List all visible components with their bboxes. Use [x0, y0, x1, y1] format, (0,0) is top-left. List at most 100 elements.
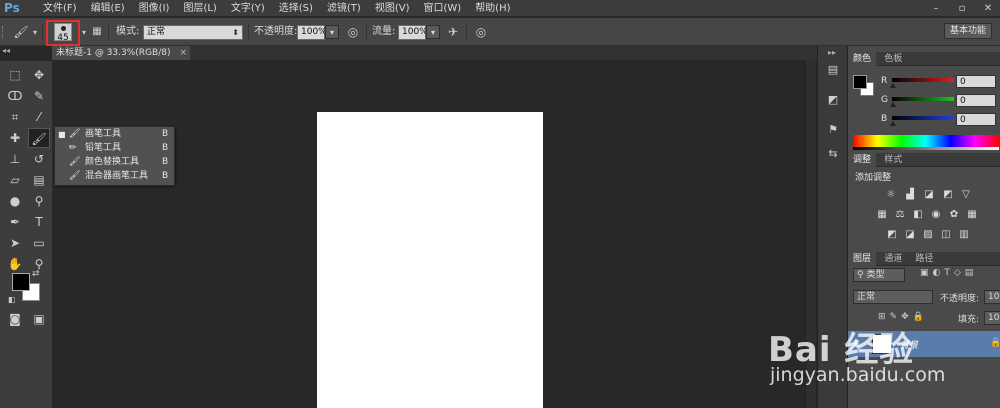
brightness-contrast-icon[interactable]: ☼: [884, 188, 898, 202]
pressure-opacity-icon[interactable]: ◎: [344, 23, 362, 41]
posterize-icon[interactable]: ◪: [903, 228, 917, 242]
channel-mixer-icon[interactable]: ✿: [947, 208, 961, 222]
minimize-button[interactable]: –: [928, 3, 944, 15]
vibrance-icon[interactable]: ▽: [959, 188, 973, 202]
menu-filter[interactable]: 滤镜(T): [320, 2, 368, 16]
grayscale-bar[interactable]: [853, 147, 999, 150]
menu-help[interactable]: 帮助(H): [468, 2, 517, 16]
tab-color[interactable]: 颜色: [848, 52, 877, 66]
tab-paths[interactable]: 路径: [910, 252, 938, 266]
toolbar-collapse-icon[interactable]: ◂◂: [2, 46, 16, 58]
restore-button[interactable]: ▫: [954, 3, 970, 15]
menu-view[interactable]: 视图(V): [368, 2, 417, 16]
blur-tool-icon[interactable]: ●: [4, 191, 26, 211]
brush-panel-toggle-icon[interactable]: ▦: [88, 23, 106, 41]
dock-expand-icon[interactable]: ▸▸: [828, 48, 836, 57]
history-panel-icon[interactable]: ▤: [823, 60, 843, 80]
levels-icon[interactable]: ▟: [903, 188, 917, 202]
fill-input[interactable]: 100: [984, 311, 1000, 325]
flyout-item-brush[interactable]: ■ 🖌 画笔工具 B: [55, 128, 174, 141]
channel-b-slider[interactable]: [892, 116, 954, 120]
threshold-icon[interactable]: ▨: [921, 228, 935, 242]
properties-panel-icon[interactable]: ◩: [823, 90, 843, 110]
document-tab[interactable]: 未标题-1 @ 33.3%(RGB/8) ×: [52, 46, 190, 60]
brush-panel-icon[interactable]: ⚑: [823, 120, 843, 140]
layer-opacity-input[interactable]: 100: [984, 290, 1000, 304]
path-selection-tool-icon[interactable]: ➤: [4, 233, 26, 253]
flyout-item-mixer-brush[interactable]: 🖌 混合器画笔工具 B: [55, 170, 174, 183]
blend-mode-dropdown[interactable]: 正常: [853, 290, 933, 304]
hue-saturation-icon[interactable]: ▦: [875, 208, 889, 222]
mode-dropdown[interactable]: 正常 ⬍: [143, 25, 243, 40]
lock-icons[interactable]: ⊞✎✥🔒: [878, 312, 928, 322]
tab-swatches[interactable]: 色板: [879, 52, 907, 66]
tab-layers[interactable]: 图层: [848, 252, 877, 266]
channel-r-slider[interactable]: [892, 78, 954, 82]
menu-type[interactable]: 文字(Y): [224, 2, 272, 16]
color-balance-icon[interactable]: ⚖: [893, 208, 907, 222]
pen-tool-icon[interactable]: ✒: [4, 212, 26, 232]
default-colors-icon[interactable]: ◧: [8, 295, 16, 304]
menu-image[interactable]: 图像(I): [132, 2, 177, 16]
eyedropper-tool-icon[interactable]: ⁄: [28, 107, 50, 127]
foreground-color-swatch[interactable]: [12, 273, 30, 291]
channel-b-value[interactable]: 0: [956, 113, 996, 126]
menu-file[interactable]: 文件(F): [36, 2, 84, 16]
invert-icon[interactable]: ◩: [885, 228, 899, 242]
opacity-arrow-icon[interactable]: ▾: [325, 25, 339, 39]
slider-handle-icon[interactable]: [890, 121, 896, 126]
color-spectrum-bar[interactable]: [853, 135, 999, 147]
panel-foreground-swatch[interactable]: [853, 75, 867, 89]
document-canvas[interactable]: [317, 112, 543, 408]
exposure-icon[interactable]: ◩: [941, 188, 955, 202]
eraser-tool-icon[interactable]: ▱: [4, 170, 26, 190]
channel-g-value[interactable]: 0: [956, 94, 996, 107]
quick-mask-icon[interactable]: ◙: [4, 309, 26, 329]
brush-tool-icon[interactable]: 🖌: [28, 128, 50, 148]
clone-stamp-tool-icon[interactable]: ⊥: [4, 149, 26, 169]
close-button[interactable]: ✕: [980, 3, 996, 15]
opacity-input[interactable]: 100%: [297, 25, 327, 40]
channel-g-slider[interactable]: [892, 97, 954, 101]
color-lookup-icon[interactable]: ▦: [965, 208, 979, 222]
brush-preset-picker[interactable]: 45: [46, 20, 80, 46]
flow-arrow-icon[interactable]: ▾: [426, 25, 440, 39]
flyout-item-pencil[interactable]: ✏ 铅笔工具 B: [55, 142, 174, 155]
screen-mode-icon[interactable]: ▣: [28, 309, 50, 329]
tab-styles[interactable]: 样式: [879, 153, 907, 167]
tab-channels[interactable]: 通道: [879, 252, 907, 266]
healing-brush-tool-icon[interactable]: ✚: [4, 128, 26, 148]
marquee-tool-icon[interactable]: ⬚: [4, 65, 26, 85]
curves-icon[interactable]: ◪: [922, 188, 936, 202]
hand-tool-icon[interactable]: ✋: [4, 254, 26, 274]
menu-edit[interactable]: 编辑(E): [84, 2, 132, 16]
history-brush-tool-icon[interactable]: ↺: [28, 149, 50, 169]
slider-handle-icon[interactable]: [890, 102, 896, 107]
brush-picker-arrow-icon[interactable]: ▾: [82, 28, 86, 37]
swap-colors-icon[interactable]: ⇄: [32, 269, 40, 279]
photo-filter-icon[interactable]: ◉: [929, 208, 943, 222]
tab-adjustments[interactable]: 调整: [848, 153, 877, 167]
lasso-tool-icon[interactable]: ↀ: [4, 86, 26, 106]
type-tool-icon[interactable]: T: [28, 212, 50, 232]
black-white-icon[interactable]: ◧: [911, 208, 925, 222]
rectangle-tool-icon[interactable]: ▭: [28, 233, 50, 253]
brush-tool-preset-icon[interactable]: 🖌: [12, 23, 30, 41]
slider-handle-icon[interactable]: [890, 83, 896, 88]
airbrush-icon[interactable]: ✈: [444, 23, 462, 41]
tool-presets-panel-icon[interactable]: ⇆: [823, 144, 843, 164]
menu-window[interactable]: 窗口(W): [416, 2, 468, 16]
gradient-tool-icon[interactable]: ▤: [28, 170, 50, 190]
layer-filter-icons[interactable]: ▣◐T◇▤: [920, 268, 977, 278]
quick-selection-tool-icon[interactable]: ✎: [28, 86, 50, 106]
layer-filter-dropdown[interactable]: ⚲ 类型: [853, 268, 905, 282]
flyout-item-color-replacement[interactable]: 🖌 颜色替换工具 B: [55, 156, 174, 169]
crop-tool-icon[interactable]: ⌗: [4, 107, 26, 127]
dodge-tool-icon[interactable]: ⚲: [28, 191, 50, 211]
options-bar-grip[interactable]: [2, 26, 8, 38]
tool-preset-arrow-icon[interactable]: ▾: [33, 28, 37, 37]
workspace-switcher-button[interactable]: 基本功能: [944, 23, 992, 39]
menu-select[interactable]: 选择(S): [272, 2, 320, 16]
close-tab-icon[interactable]: ×: [179, 46, 187, 60]
channel-r-value[interactable]: 0: [956, 75, 996, 88]
